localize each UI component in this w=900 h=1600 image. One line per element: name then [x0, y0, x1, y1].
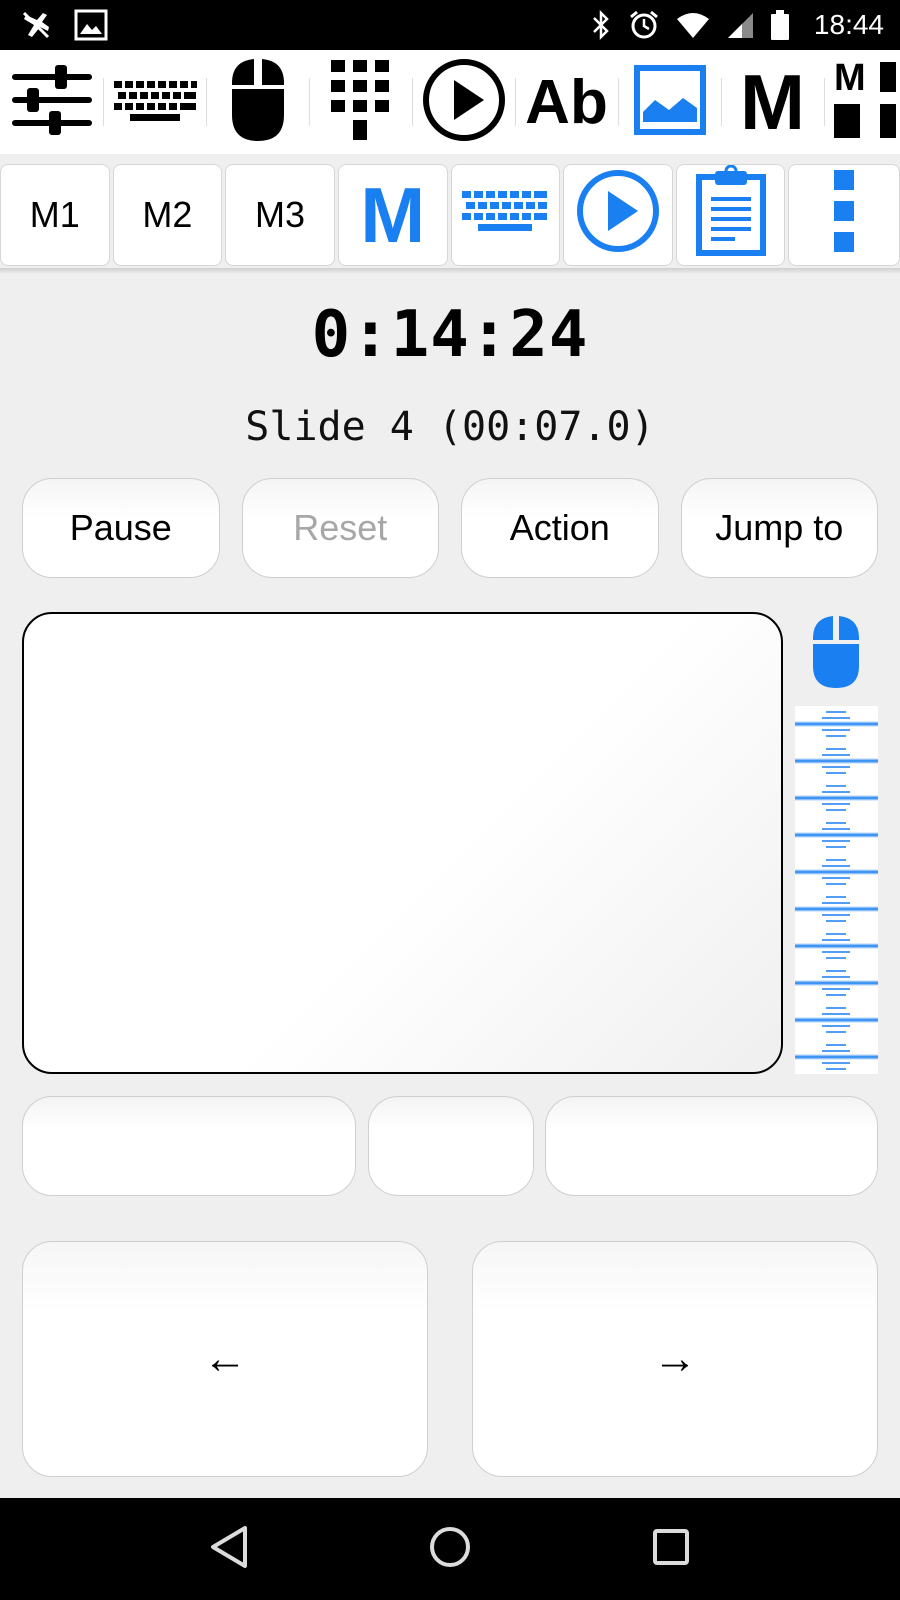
sliders-icon: [11, 59, 93, 146]
numpad-icon: [329, 58, 393, 147]
keyboard-button[interactable]: [450, 164, 561, 266]
next-slide-button[interactable]: →: [472, 1241, 878, 1477]
toolbar-shadow: [0, 268, 900, 274]
play-circle-icon: [422, 58, 506, 147]
toolbar-play-button[interactable]: [412, 50, 515, 154]
toolbar-numpad-button[interactable]: [309, 50, 412, 154]
macro-m-blue-icon: M: [360, 170, 426, 259]
reset-button[interactable]: Reset: [241, 478, 439, 578]
back-triangle-icon[interactable]: [209, 1525, 249, 1574]
more-button[interactable]: [788, 164, 900, 266]
keyboard-icon: [112, 77, 198, 128]
timer-controls: Pause Reset Action Jump to: [22, 478, 878, 578]
slide-info: Slide 4 (00:07.0): [245, 404, 655, 450]
wifi-icon: [676, 11, 710, 39]
scroll-mouse-button[interactable]: [810, 614, 862, 694]
pause-button[interactable]: Pause: [22, 478, 220, 578]
clipboard-button[interactable]: [675, 164, 786, 266]
macro-button[interactable]: M: [337, 164, 448, 266]
toolbar-sliders-button[interactable]: [0, 50, 103, 154]
macro-m-icon: M: [740, 57, 805, 146]
toolbar-image-button[interactable]: [618, 50, 721, 154]
left-arrow-label: ←: [203, 1334, 247, 1383]
image-icon: [633, 64, 707, 141]
middle-click-button[interactable]: [368, 1096, 534, 1196]
touchpad[interactable]: [22, 612, 783, 1074]
scroll-wheel-lines: [795, 711, 878, 1070]
home-circle-icon[interactable]: [428, 1525, 472, 1574]
toolbar-mouse-button[interactable]: [206, 50, 309, 154]
action-button[interactable]: Action: [461, 478, 659, 578]
cellular-signal-icon: [726, 11, 754, 39]
m3-button[interactable]: M3: [225, 164, 335, 266]
presentation-timer: 0:14:24: [311, 298, 589, 372]
m1-button[interactable]: M1: [0, 164, 110, 266]
right-arrow-label: →: [653, 1334, 697, 1383]
m2-button[interactable]: M2: [112, 164, 223, 266]
no-sim-airplane-icon: [20, 9, 52, 41]
right-click-button[interactable]: [545, 1096, 878, 1196]
play-button[interactable]: [563, 164, 673, 266]
alarm-icon: [628, 9, 660, 41]
navigation-bar: [0, 1498, 900, 1600]
toolbar-keyboard-button[interactable]: [103, 50, 206, 154]
mouse-icon: [228, 57, 288, 148]
more-vertical-icon: [832, 168, 856, 263]
status-time: 18:44: [813, 9, 884, 40]
clipboard-blue-icon: [695, 164, 767, 266]
status-bar: 18:44: [0, 0, 900, 50]
left-click-button[interactable]: [22, 1096, 356, 1196]
text-ab-icon: Ab: [525, 67, 608, 137]
recents-square-icon[interactable]: [651, 1527, 691, 1572]
image-icon: [74, 9, 108, 41]
bluetooth-icon: [590, 9, 612, 41]
scroll-wheel-strip[interactable]: [795, 706, 878, 1074]
svg-text:M: M: [834, 58, 866, 99]
secondary-toolbar: M1 M2 M3 M: [0, 160, 900, 270]
toolbar-macro-grid-button[interactable]: M: [824, 50, 896, 154]
macro-grid-icon: M: [834, 57, 896, 147]
previous-slide-button[interactable]: ←: [22, 1241, 428, 1477]
keyboard-blue-icon: [460, 189, 550, 242]
toolbar-text-button[interactable]: Ab: [515, 50, 618, 154]
battery-icon: [770, 9, 790, 41]
play-circle-blue-icon: [576, 169, 660, 262]
mouse-blue-icon: [810, 614, 862, 694]
toolbar-macro-button[interactable]: M: [721, 50, 824, 154]
top-toolbar: Ab M M: [0, 50, 900, 154]
mouse-buttons: [22, 1096, 878, 1196]
jump-to-button[interactable]: Jump to: [680, 478, 878, 578]
